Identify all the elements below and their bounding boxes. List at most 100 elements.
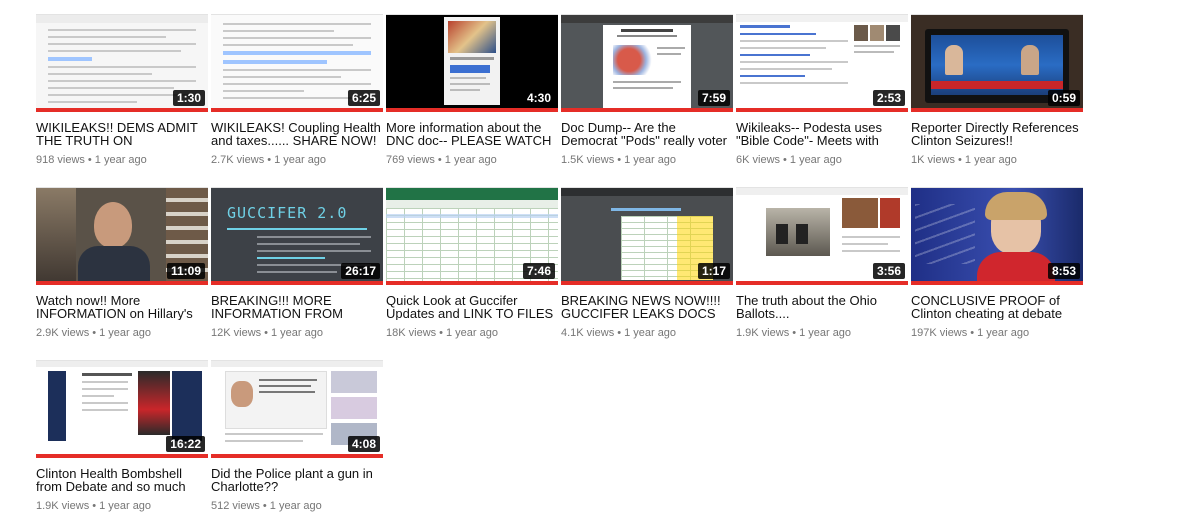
video-title[interactable]: CONCLUSIVE PROOF of Clinton cheating at … xyxy=(911,294,1083,320)
duration-badge: 8:53 xyxy=(1047,263,1080,279)
video-card[interactable]: 2:53 Wikileaks-- Podesta uses "Bible Cod… xyxy=(736,14,908,167)
video-thumbnail[interactable]: 3:56 xyxy=(736,187,908,285)
video-card[interactable]: 11:09 Watch now!! More INFORMATION on Hi… xyxy=(36,187,208,340)
video-title[interactable]: More information about the DNC doc-- PLE… xyxy=(386,121,558,147)
video-thumbnail[interactable]: 4:08 xyxy=(211,360,383,458)
video-title[interactable]: Doc Dump-- Are the Democrat "Pods" reall… xyxy=(561,121,733,147)
video-title[interactable]: Clinton Health Bombshell from Debate and… xyxy=(36,467,208,493)
watch-progress-fill xyxy=(386,108,558,112)
video-card[interactable]: 1:17 BREAKING NEWS NOW!!!! GUCCIFER LEAK… xyxy=(561,187,733,340)
thumbnail-text: GUCCIFER 2.0 xyxy=(227,204,348,222)
video-card[interactable]: 7:46 Quick Look at Guccifer Updates and … xyxy=(386,187,558,340)
watch-progress-fill xyxy=(736,281,908,285)
video-title[interactable]: BREAKING!!! MORE INFORMATION FROM xyxy=(211,294,383,320)
video-meta: 1.9K views • 1 year ago xyxy=(736,326,908,340)
video-thumbnail[interactable]: 4:30 xyxy=(386,14,558,112)
watch-progress-fill xyxy=(561,281,733,285)
video-thumbnail[interactable]: 0:59 xyxy=(911,14,1083,112)
video-card[interactable]: 1:30 WIKILEAKS!! DEMS ADMIT THE TRUTH ON… xyxy=(36,14,208,167)
video-thumbnail[interactable]: 6:25 xyxy=(211,14,383,112)
video-card[interactable]: 6:25 WIKILEAKS! Coupling Health and taxe… xyxy=(211,14,383,167)
upload-age: 1 year ago xyxy=(789,154,842,166)
video-title[interactable]: Watch now!! More INFORMATION on Hillary'… xyxy=(36,294,208,320)
duration-badge: 7:59 xyxy=(697,90,730,106)
view-count: 1.9K views xyxy=(36,500,90,512)
upload-age: 1 year ago xyxy=(269,500,322,512)
video-card[interactable]: 7:59 Doc Dump-- Are the Democrat "Pods" … xyxy=(561,14,733,167)
upload-age: 1 year ago xyxy=(799,327,852,339)
upload-age: 1 year ago xyxy=(274,154,327,166)
video-title[interactable]: Reporter Directly References Clinton Sei… xyxy=(911,121,1083,147)
duration-badge: 7:46 xyxy=(522,263,555,279)
separator-dot-icon: • xyxy=(267,154,272,166)
watch-progress-bar xyxy=(911,281,1083,285)
watch-progress-bar xyxy=(36,281,208,285)
video-meta: 1K views • 1 year ago xyxy=(911,153,1083,167)
duration-badge: 11:09 xyxy=(166,263,205,279)
watch-progress-fill xyxy=(736,108,908,112)
video-title[interactable]: WIKILEAKS! Coupling Health and taxes....… xyxy=(211,121,383,147)
watch-progress-bar xyxy=(211,454,383,458)
duration-badge: 4:08 xyxy=(347,436,380,452)
watch-progress-bar xyxy=(561,108,733,112)
video-title[interactable]: Wikileaks-- Podesta uses "Bible Code"- M… xyxy=(736,121,908,147)
upload-age: 1 year ago xyxy=(446,327,498,339)
video-title[interactable]: BREAKING NEWS NOW!!!! GUCCIFER LEAKS DOC… xyxy=(561,294,733,320)
upload-age: 1 year ago xyxy=(624,154,677,166)
watch-progress-bar xyxy=(736,281,908,285)
video-grid: 1:30 WIKILEAKS!! DEMS ADMIT THE TRUTH ON… xyxy=(0,0,1200,524)
duration-badge: 26:17 xyxy=(341,263,380,279)
video-meta: 4.1K views • 1 year ago xyxy=(561,326,733,340)
video-card[interactable]: 0:59 Reporter Directly References Clinto… xyxy=(911,14,1083,167)
video-card[interactable]: 4:30 More information about the DNC doc-… xyxy=(386,14,558,167)
upload-age: 1 year ago xyxy=(94,154,147,166)
separator-dot-icon: • xyxy=(958,154,962,166)
video-thumbnail[interactable]: 8:53 xyxy=(911,187,1083,285)
video-thumbnail[interactable]: 1:30 xyxy=(36,14,208,112)
duration-badge: 3:56 xyxy=(872,263,905,279)
video-meta: 512 views • 1 year ago xyxy=(211,499,383,513)
view-count: 1K views xyxy=(911,154,956,166)
view-count: 1.9K views xyxy=(736,327,790,339)
duration-badge: 0:59 xyxy=(1047,90,1080,106)
watch-progress-fill xyxy=(211,454,383,458)
view-count: 512 views xyxy=(211,500,260,512)
upload-age: 1 year ago xyxy=(964,154,1017,166)
view-count: 1.5K views xyxy=(561,154,615,166)
video-meta: 197K views • 1 year ago xyxy=(911,326,1083,340)
video-card[interactable]: 4:08 Did the Police plant a gun in Charl… xyxy=(211,360,383,513)
video-card[interactable]: 3:56 The truth about the Ohio Ballots...… xyxy=(736,187,908,340)
view-count: 12K views xyxy=(211,327,262,339)
separator-dot-icon: • xyxy=(262,500,267,512)
video-meta: 2.7K views • 1 year ago xyxy=(211,153,383,167)
video-meta: 1.9K views • 1 year ago xyxy=(36,499,208,513)
video-meta: 2.9K views • 1 year ago xyxy=(36,326,208,340)
watch-progress-fill xyxy=(561,108,733,112)
separator-dot-icon: • xyxy=(792,327,797,339)
video-title[interactable]: Did the Police plant a gun in Charlotte?… xyxy=(211,467,383,493)
watch-progress-bar xyxy=(36,108,208,112)
video-title[interactable]: Quick Look at Guccifer Updates and LINK … xyxy=(386,294,558,320)
video-title[interactable]: WIKILEAKS!! DEMS ADMIT THE TRUTH ON ECON… xyxy=(36,121,208,147)
video-thumbnail[interactable]: 1:17 xyxy=(561,187,733,285)
video-thumbnail[interactable]: GUCCIFER 2.0 26:17 xyxy=(211,187,383,285)
duration-badge: 1:17 xyxy=(697,263,730,279)
video-card[interactable]: 8:53 CONCLUSIVE PROOF of Clinton cheatin… xyxy=(911,187,1083,340)
duration-badge: 1:30 xyxy=(172,90,205,106)
separator-dot-icon: • xyxy=(617,327,622,339)
video-meta: 1.5K views • 1 year ago xyxy=(561,153,733,167)
video-thumbnail[interactable]: 16:22 xyxy=(36,360,208,458)
watch-progress-bar xyxy=(36,454,208,458)
video-thumbnail[interactable]: 7:46 xyxy=(386,187,558,285)
video-thumbnail[interactable]: 2:53 xyxy=(736,14,908,112)
video-card[interactable]: GUCCIFER 2.0 26:17 BREAKING!!! MORE INFO… xyxy=(211,187,383,340)
watch-progress-bar xyxy=(211,281,383,285)
view-count: 2.7K views xyxy=(211,154,265,166)
video-thumbnail[interactable]: 7:59 xyxy=(561,14,733,112)
video-thumbnail[interactable]: 11:09 xyxy=(36,187,208,285)
video-title[interactable]: The truth about the Ohio Ballots.... xyxy=(736,294,908,320)
video-card[interactable]: 16:22 Clinton Health Bombshell from Deba… xyxy=(36,360,208,513)
watch-progress-fill xyxy=(36,281,208,285)
watch-progress-bar xyxy=(386,108,558,112)
upload-age: 1 year ago xyxy=(271,327,323,339)
